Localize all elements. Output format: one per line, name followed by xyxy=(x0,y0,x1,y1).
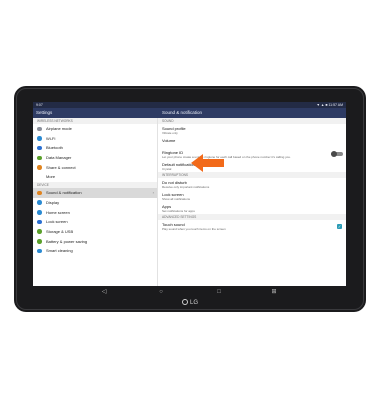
settings-item[interactable]: Share & connect xyxy=(33,163,157,173)
settings-item-label: Share & connect xyxy=(46,164,76,170)
setting-subtitle: Crystal xyxy=(162,166,172,171)
settings-item-icon xyxy=(37,165,42,170)
settings-item[interactable]: Wi-Fi xyxy=(33,134,157,144)
settings-item[interactable]: Bluetooth xyxy=(33,143,157,153)
setting-subtitle: Set notifications for apps xyxy=(162,208,195,213)
setting-row[interactable]: Do not disturb Receive only important not… xyxy=(158,178,346,190)
settings-item-label: Battery & power saving xyxy=(46,238,88,244)
setting-row[interactable]: Lock screen Show all notifications xyxy=(158,190,346,202)
tablet-screen: 9:07 ▼ ▲ ■ 11:57 AM Settings Sound & not… xyxy=(33,102,346,286)
settings-item-icon xyxy=(37,229,42,234)
pane-title: Sound & notification xyxy=(162,110,203,115)
settings-item-label: Lock screen xyxy=(46,219,68,225)
home-icon[interactable]: ○ xyxy=(156,286,166,298)
settings-item-icon xyxy=(37,175,42,180)
setting-subtitle: Play sound when you touch items on the s… xyxy=(162,226,226,231)
lg-logo-text: LG xyxy=(189,300,198,306)
setting-subtitle: Receive only important notifications xyxy=(162,184,210,189)
settings-item-icon xyxy=(37,200,42,205)
setting-subtitle: Vibrate only xyxy=(162,130,178,135)
settings-item[interactable]: Data Manager xyxy=(33,153,157,163)
settings-item[interactable]: More xyxy=(33,172,157,182)
settings-item[interactable]: Lock screen xyxy=(33,217,157,227)
settings-item-icon xyxy=(37,190,42,196)
settings-item[interactable]: Display xyxy=(33,198,157,208)
settings-item-label: Display xyxy=(46,199,60,205)
settings-item-icon xyxy=(37,145,42,151)
settings-item[interactable]: Home screen xyxy=(33,208,157,218)
settings-item-label: Airplane mode xyxy=(46,126,72,131)
settings-item-icon xyxy=(37,248,42,254)
lg-logo: LG xyxy=(178,298,202,308)
app-bar: Settings Sound & notification xyxy=(33,108,346,118)
settings-item-icon xyxy=(37,239,42,244)
setting-row[interactable]: Touch sound Play sound when you touch ite… xyxy=(158,220,346,232)
sound-notification-pane: SOUND Sound profile Vibrate only Volume Ring… xyxy=(157,118,346,286)
settings-item-icon xyxy=(37,126,42,132)
settings-item[interactable]: Storage & USB xyxy=(33,227,157,237)
settings-item-icon xyxy=(37,219,42,225)
navigation-bar: ◁ ○ □ ⊞ xyxy=(33,286,346,298)
settings-item-label: More xyxy=(46,174,56,180)
pointer-arrow-icon xyxy=(191,154,224,172)
recents-icon[interactable]: □ xyxy=(214,286,224,298)
settings-item[interactable]: Battery & power saving xyxy=(33,237,157,247)
setting-row[interactable]: Ringtone ID Let your phone create a uniqu… xyxy=(158,148,346,160)
settings-item-label: Data Manager xyxy=(46,155,72,161)
settings-item-icon xyxy=(37,155,42,161)
setting-subtitle: Show all notifications xyxy=(162,196,191,201)
toggle-knob xyxy=(331,151,337,157)
setting-row[interactable]: Default notification sound Crystal xyxy=(158,160,346,172)
ringtone-id-toggle[interactable] xyxy=(331,151,343,157)
settings-title: Settings xyxy=(36,110,53,115)
setting-subtitle: Let your phone create a unique ringtone … xyxy=(162,154,291,159)
touch-sound-checkbox[interactable]: ✓ xyxy=(337,223,342,229)
settings-item-icon xyxy=(37,136,42,141)
settings-item-label: Storage & USB xyxy=(46,228,74,234)
dual-window-icon[interactable]: ⊞ xyxy=(269,286,279,298)
setting-title: Volume xyxy=(162,137,176,143)
setting-row[interactable]: Sound profile Vibrate only xyxy=(158,124,346,136)
settings-item-label: Sound & notification xyxy=(46,190,82,196)
settings-item[interactable]: Sound & notification › xyxy=(33,188,157,198)
settings-item-label: Smart cleaning xyxy=(46,248,73,254)
lg-logo-mark-icon xyxy=(181,299,188,306)
settings-item[interactable]: Smart cleaning xyxy=(33,246,157,256)
settings-item[interactable]: Airplane mode xyxy=(33,124,157,134)
setting-row[interactable]: Apps Set notifications for apps xyxy=(158,202,346,214)
settings-item-label: Home screen xyxy=(46,209,70,215)
settings-item-icon xyxy=(37,210,42,215)
setting-row[interactable]: Volume xyxy=(158,136,346,148)
settings-item-label: Wi-Fi xyxy=(46,135,56,141)
chevron-right-icon: › xyxy=(152,190,154,196)
back-icon[interactable]: ◁ xyxy=(99,286,109,298)
settings-list: WIRELESS NETWORKS Airplane mode Wi-Fi Bluet… xyxy=(33,118,157,286)
settings-item-label: Bluetooth xyxy=(46,145,63,151)
